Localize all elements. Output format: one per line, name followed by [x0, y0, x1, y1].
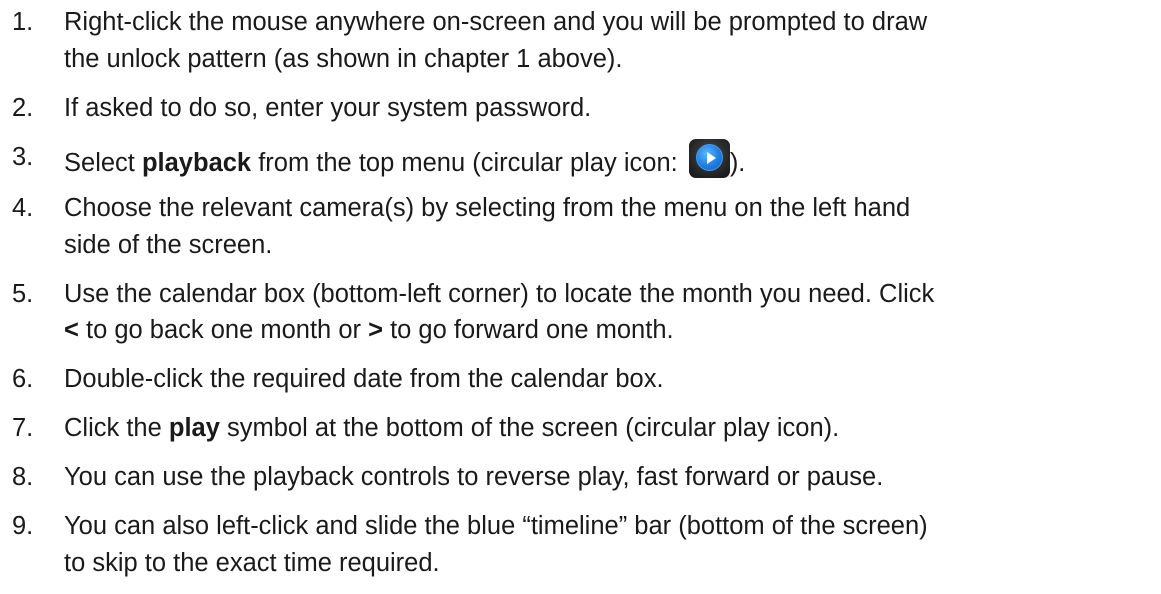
step-text-mid: to go back one month or: [78, 316, 369, 344]
step-text-post: symbol at the bottom of the screen (circ…: [219, 414, 840, 442]
step-text-post: from the top menu (circular play icon:: [251, 148, 685, 177]
step-text-end: ).: [729, 148, 746, 177]
step-text-line: to skip to the exact time required.: [64, 548, 440, 577]
step-text: Double-click the required date from the …: [64, 365, 664, 393]
symbol-less-than: <: [64, 316, 79, 344]
step-text: You can use the playback controls to rev…: [64, 463, 884, 491]
step-9: 9. You can also left-click and slide the…: [12, 508, 1157, 581]
step-number: 9.: [12, 512, 34, 540]
step-8: 8. You can use the playback controls to …: [12, 459, 1157, 496]
symbol-greater-than: >: [368, 316, 383, 344]
step-number: 4.: [12, 194, 34, 222]
step-number: 2.: [12, 93, 34, 122]
step-number: 6.: [12, 365, 34, 393]
step-number: 7.: [12, 414, 34, 442]
step-2: 2. If asked to do so, enter your system …: [12, 90, 1157, 127]
step-text-pre: Select: [64, 148, 142, 177]
step-text-tail: to go forward one month.: [383, 316, 674, 344]
step-text-line: < to go back one month or > to go forwar…: [64, 312, 1157, 349]
step-3: 3. Select playback from the top menu (ci…: [12, 138, 1157, 182]
step-text-line: You can also left-click and slide the bl…: [64, 512, 928, 540]
keyword-play: play: [168, 414, 220, 442]
step-4: 4. Choose the relevant camera(s) by sele…: [12, 190, 1157, 263]
step-number: 1.: [12, 8, 34, 36]
step-text-pre: Click the: [64, 414, 169, 442]
instruction-list: 1. Right-click the mouse anywhere on-scr…: [12, 4, 1157, 594]
step-number: 8.: [12, 463, 34, 491]
step-number: 5.: [12, 279, 34, 308]
step-5: 5. Use the calendar box (bottom-left cor…: [12, 276, 1157, 349]
step-text-line: side of the screen.: [64, 230, 273, 259]
step-text: Select playback from the top menu (circu…: [64, 138, 1157, 182]
step-7: 7. Click the play symbol at the bottom o…: [12, 410, 1157, 447]
step-text: If asked to do so, enter your system pas…: [64, 93, 592, 122]
step-number: 3.: [12, 142, 34, 171]
step-text-line: Use the calendar box (bottom-left corner…: [64, 279, 935, 308]
step-text-line: Right-click the mouse anywhere on-screen…: [64, 8, 928, 36]
step-text-line: the unlock pattern (as shown in chapter …: [64, 44, 623, 73]
keyword-playback: playback: [141, 148, 252, 177]
step-text: Click the play symbol at the bottom of t…: [64, 410, 1157, 447]
step-1: 1. Right-click the mouse anywhere on-scr…: [12, 4, 1157, 77]
step-text-line: Choose the relevant camera(s) by selecti…: [64, 194, 911, 222]
step-6: 6. Double-click the required date from t…: [12, 361, 1157, 398]
circular-play-icon: [688, 138, 730, 178]
